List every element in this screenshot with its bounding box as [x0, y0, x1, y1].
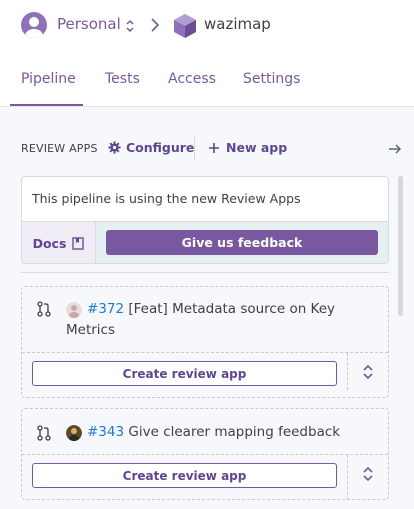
tab-tests[interactable]: Tests — [105, 71, 140, 87]
divider — [194, 137, 195, 161]
info-text: This pipeline is using the new Review Ap… — [32, 191, 301, 206]
pull-request-icon — [37, 425, 51, 441]
plus-icon — [209, 142, 219, 153]
team-switcher-label[interactable]: Personal — [57, 15, 121, 33]
tab-bar: Pipeline Tests Access Settings — [0, 52, 414, 107]
pr-title[interactable]: #372 [Feat] Metadata source on Key — [87, 299, 372, 320]
docs-link[interactable]: Docs — [22, 222, 96, 263]
tab-access[interactable]: Access — [168, 71, 216, 87]
configure-label: Configure — [126, 140, 195, 155]
configure-button[interactable]: Configure — [108, 140, 194, 155]
create-review-app-button[interactable]: Create review app — [32, 361, 337, 386]
book-icon — [72, 236, 85, 250]
review-apps-info-box: This pipeline is using the new Review Ap… — [21, 176, 389, 264]
docs-label: Docs — [32, 235, 67, 251]
arrow-right-icon[interactable] — [388, 142, 402, 156]
card-footer: Create review app — [22, 352, 388, 390]
info-action-bar: Docs Give us feedback — [22, 221, 388, 263]
pr-title-text: Give clearer mapping feedback — [128, 424, 341, 440]
double-chevron-icon[interactable] — [361, 466, 375, 482]
active-tab-indicator — [10, 104, 83, 106]
pull-request-card: #372 [Feat] Metadata source on Key Metri… — [21, 286, 389, 398]
author-avatar — [66, 425, 82, 441]
create-review-app-button[interactable]: Create review app — [32, 463, 337, 488]
pull-request-icon — [37, 301, 51, 317]
author-avatar — [66, 302, 82, 318]
app-name[interactable]: wazimap — [204, 15, 271, 33]
pr-number-link[interactable]: #343 — [87, 424, 124, 440]
new-app-button[interactable]: New app — [208, 140, 287, 155]
pull-request-card: #343 Give clearer mapping feedback Creat… — [21, 408, 389, 500]
top-bar: Personal wazimap — [0, 0, 414, 52]
double-chevron-icon[interactable] — [361, 364, 375, 380]
tab-pipeline[interactable]: Pipeline — [21, 71, 76, 87]
divider — [347, 455, 348, 500]
gear-icon — [108, 141, 121, 154]
pr-title[interactable]: #343 Give clearer mapping feedback — [87, 422, 377, 443]
new-app-label: New app — [226, 140, 288, 155]
card-footer: Create review app — [22, 454, 388, 500]
scrollbar[interactable] — [398, 176, 403, 316]
pr-title-continued: Metrics — [66, 322, 116, 338]
review-apps-heading: REVIEW APPS — [21, 142, 98, 155]
separator — [21, 272, 389, 273]
divider — [347, 353, 348, 390]
pr-title-text: [Feat] Metadata source on Key — [128, 301, 336, 317]
user-avatar-icon[interactable] — [21, 12, 47, 38]
app-hexagon-icon — [174, 14, 196, 38]
chevron-right-icon — [151, 18, 160, 32]
updown-icon[interactable] — [124, 18, 136, 34]
tab-settings[interactable]: Settings — [243, 71, 300, 87]
pr-number-link[interactable]: #372 — [87, 301, 124, 317]
give-feedback-button[interactable]: Give us feedback — [106, 230, 378, 255]
